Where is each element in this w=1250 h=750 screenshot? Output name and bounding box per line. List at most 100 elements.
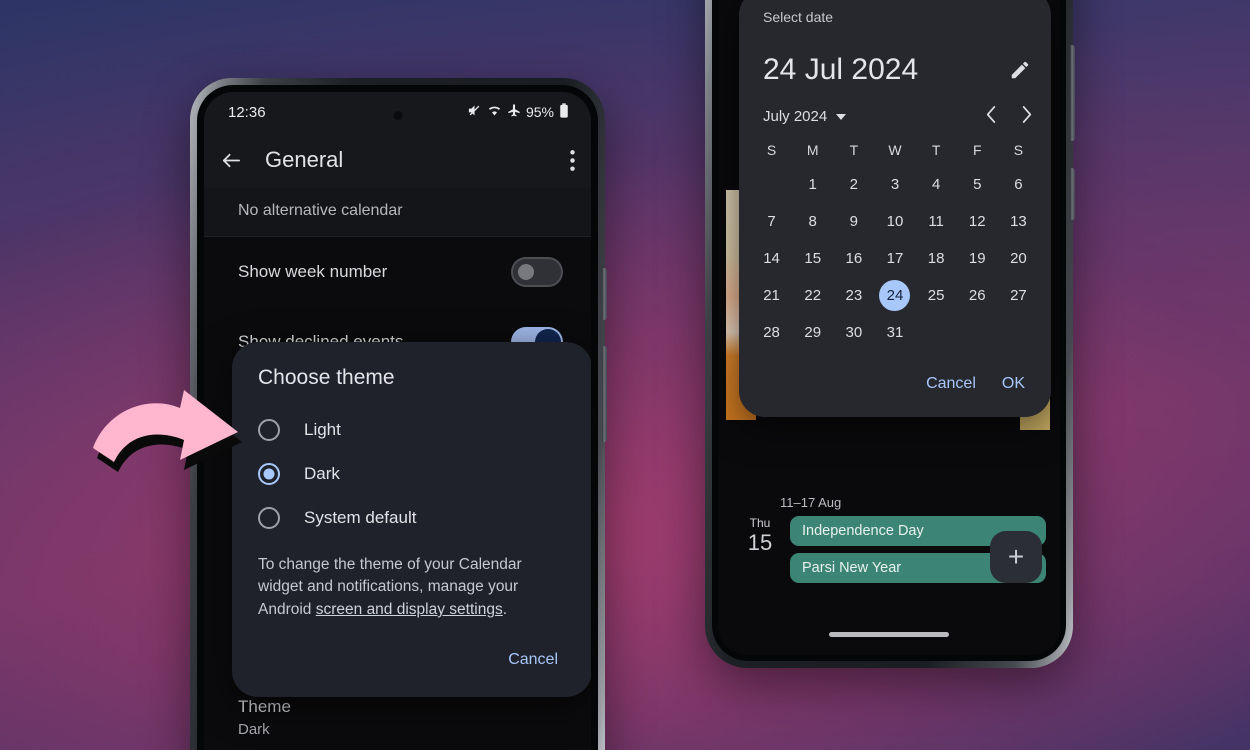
calendar-day-number: 9 xyxy=(849,213,859,230)
calendar-day-number: 21 xyxy=(763,287,780,304)
setting-row-show-week-number[interactable]: Show week number xyxy=(204,237,591,307)
battery-percent-label: 95% xyxy=(525,104,554,120)
calendar-day-cell[interactable]: 19 xyxy=(957,240,998,277)
calendar-day-cell[interactable]: 25 xyxy=(916,277,957,314)
calendar-day-number: 3 xyxy=(890,176,900,193)
month-year-label: July 2024 xyxy=(763,108,828,125)
theme-option-light[interactable]: Light xyxy=(232,408,591,452)
calendar-day-number: 31 xyxy=(886,324,904,341)
radio-button-system-default[interactable] xyxy=(258,507,280,529)
right-phone-power-button[interactable] xyxy=(1070,45,1075,141)
left-phone-volume-button[interactable] xyxy=(602,268,607,320)
date-picker-headline: 24 Jul 2024 xyxy=(763,53,919,86)
date-picker-cancel-button[interactable]: Cancel xyxy=(918,369,984,399)
calendar-day-cell[interactable]: 23 xyxy=(833,277,874,314)
weekday-header-cell: W xyxy=(888,142,902,158)
calendar-schedule-view: 7–13 Jul Sun 11–17 Aug Thu 15 xyxy=(718,0,1060,655)
theme-option-dark[interactable]: Dark xyxy=(232,452,591,496)
theme-option-system-default[interactable]: System default xyxy=(232,496,591,540)
right-phone-volume-button[interactable] xyxy=(1070,168,1075,220)
calendar-day-grid: 1 2 3 4 5 6 7 8 9 10 11 12 13 14 15 16 17 18 19 20 21 22 23 24 2… xyxy=(739,166,1051,351)
calendar-day-cell[interactable]: 12 xyxy=(957,203,998,240)
calendar-day-number: 8 xyxy=(808,213,817,230)
calendar-day-cell[interactable]: 17 xyxy=(874,240,915,277)
calendar-day-cell[interactable]: 18 xyxy=(916,240,957,277)
setting-label: Show week number xyxy=(238,262,388,281)
calendar-day-cell-empty xyxy=(751,166,792,203)
app-bar: General xyxy=(204,132,591,188)
theme-option-label: System default xyxy=(304,508,417,527)
calendar-day-cell[interactable]: 14 xyxy=(751,240,792,277)
back-arrow-icon[interactable] xyxy=(220,149,243,172)
date-picker-headline-row: 24 Jul 2024 xyxy=(739,25,1051,101)
calendar-day-cell[interactable]: 7 xyxy=(751,203,792,240)
weekday-header-cell: T xyxy=(849,142,859,158)
day-number-label: 15 xyxy=(747,530,773,555)
alternative-calendar-value[interactable]: No alternative calendar xyxy=(204,188,591,237)
more-options-icon[interactable] xyxy=(570,149,575,171)
calendar-day-number: 17 xyxy=(886,250,904,267)
calendar-day-cell[interactable]: 22 xyxy=(792,277,833,314)
calendar-day-cell[interactable]: 6 xyxy=(998,166,1039,203)
month-year-selector[interactable]: July 2024 xyxy=(763,108,847,125)
theme-value: Dark xyxy=(238,721,270,738)
left-phone-power-button[interactable] xyxy=(602,346,607,442)
right-phone-screen: 7–13 Jul Sun 11–17 Aug Thu 15 xyxy=(718,0,1060,655)
weekday-header-cell: S xyxy=(766,142,777,158)
calendar-day-cell[interactable]: 29 xyxy=(792,314,833,351)
pencil-icon[interactable] xyxy=(1009,59,1031,81)
day-name-label: Thu xyxy=(749,516,771,530)
calendar-day-cell[interactable]: 4 xyxy=(916,166,957,203)
calendar-day-cell[interactable]: 9 xyxy=(833,203,874,240)
show-week-number-toggle[interactable] xyxy=(511,257,563,287)
calendar-day-cell[interactable]: 10 xyxy=(874,203,915,240)
calendar-day-cell-selected[interactable]: 24 xyxy=(874,277,915,314)
chevron-down-icon xyxy=(836,113,847,120)
select-date-dialog: Select date 24 Jul 2024 July 2024 S M T … xyxy=(739,0,1051,417)
front-camera-icon xyxy=(391,109,404,122)
screen-and-display-settings-link[interactable]: screen and display settings xyxy=(316,601,503,618)
chevron-right-icon[interactable] xyxy=(1020,105,1033,128)
weekday-header-cell: S xyxy=(1013,142,1024,158)
home-indicator[interactable] xyxy=(829,632,949,637)
chevron-left-icon[interactable] xyxy=(985,105,998,128)
date-picker-label: Select date xyxy=(763,9,834,25)
calendar-day-cell[interactable]: 31 xyxy=(874,314,915,351)
calendar-day-cell[interactable]: 27 xyxy=(998,277,1039,314)
dialog-body-text: To change the theme of your Calendar wid… xyxy=(232,540,591,627)
calendar-day-number: 13 xyxy=(1010,213,1027,230)
calendar-day-cell[interactable]: 5 xyxy=(957,166,998,203)
add-event-fab[interactable]: + xyxy=(990,531,1042,583)
calendar-day-cell[interactable]: 8 xyxy=(792,203,833,240)
calendar-day-cell[interactable]: 11 xyxy=(916,203,957,240)
calendar-day-cell[interactable]: 15 xyxy=(792,240,833,277)
day-column: Thu 15 xyxy=(740,516,780,556)
weekday-header-cell: F xyxy=(972,142,982,158)
status-bar: 12:36 95% xyxy=(204,92,591,132)
calendar-day-cell[interactable]: 28 xyxy=(751,314,792,351)
calendar-day-number: 4 xyxy=(931,176,941,193)
calendar-day-number: 20 xyxy=(1010,250,1027,267)
calendar-day-cell[interactable]: 13 xyxy=(998,203,1039,240)
calendar-day-cell[interactable]: 26 xyxy=(957,277,998,314)
mute-icon xyxy=(467,103,482,121)
calendar-day-cell[interactable]: 16 xyxy=(833,240,874,277)
month-nav-arrows xyxy=(985,105,1033,128)
calendar-day-cell[interactable]: 1 xyxy=(792,166,833,203)
dialog-actions: Cancel xyxy=(232,627,591,687)
calendar-day-number: 11 xyxy=(928,213,944,230)
calendar-day-cell[interactable]: 20 xyxy=(998,240,1039,277)
calendar-day-number: 18 xyxy=(927,250,945,267)
status-bar-icons: 95% xyxy=(467,103,569,121)
calendar-day-cell[interactable]: 3 xyxy=(874,166,915,203)
calendar-day-cell[interactable]: 2 xyxy=(833,166,874,203)
calendar-day-number: 10 xyxy=(886,213,904,230)
theme-dialog-cancel-button[interactable]: Cancel xyxy=(500,645,566,675)
calendar-day-number: 12 xyxy=(968,213,986,230)
date-picker-ok-button[interactable]: OK xyxy=(994,369,1033,399)
theme-option-label: Light xyxy=(304,420,341,439)
calendar-day-cell[interactable]: 30 xyxy=(833,314,874,351)
calendar-day-cell[interactable]: 21 xyxy=(751,277,792,314)
theme-option-label: Dark xyxy=(304,464,340,483)
theme-label: Theme xyxy=(238,697,291,716)
